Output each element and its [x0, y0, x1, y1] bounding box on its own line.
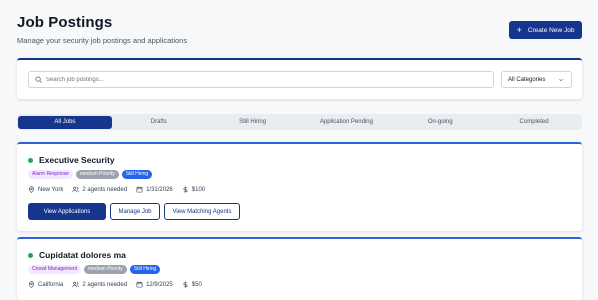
job-agents-text: 2 agents needed [82, 186, 128, 193]
job-date: 1/31/2026 [136, 186, 173, 193]
priority-badge: medium Priority [84, 265, 127, 274]
page-subtitle: Manage your security job postings and ap… [17, 36, 188, 45]
job-agents: 2 agents needed [72, 186, 127, 193]
page-header: Job Postings Manage your security job po… [17, 14, 187, 45]
tab-drafts[interactable]: Drafts [112, 116, 206, 129]
category-badge: Crowd Management [28, 265, 82, 274]
search-panel: All Categories [17, 58, 582, 99]
status-dot [28, 252, 33, 258]
job-location-text: California [38, 281, 64, 288]
job-title[interactable]: Executive Security [39, 155, 115, 165]
job-meta: New York 2 agents needed 1/31/2026 $100 [28, 186, 214, 193]
priority-badge: medium Priority [75, 170, 119, 179]
tab-all-jobs[interactable]: All Jobs [18, 115, 112, 129]
tab-still-hiring[interactable]: Still Hiring [206, 116, 300, 129]
job-badges: Alarm Response medium Priority Still Hir… [28, 170, 153, 179]
tab-completed[interactable]: Completed [487, 116, 581, 129]
view-applications-button[interactable]: View Applications [28, 203, 106, 220]
page-title: Job Postings [17, 14, 113, 31]
job-meta: California 2 agents needed 12/9/2025 $50 [28, 281, 211, 288]
job-location: New York [28, 186, 63, 193]
search-input[interactable] [46, 76, 486, 83]
users-icon [72, 186, 80, 193]
job-price-text: $50 [191, 281, 202, 288]
job-agents: 2 agents needed [72, 281, 127, 288]
job-agents-text: 2 agents needed [82, 281, 128, 288]
category-select[interactable]: All Categories [501, 71, 572, 88]
map-pin-icon [29, 281, 34, 288]
job-price: $50 [182, 281, 202, 288]
dollar-icon [183, 281, 188, 288]
search-field[interactable] [28, 71, 494, 88]
plus-icon: + [516, 24, 522, 35]
create-new-job-button[interactable]: + Create New Job [509, 21, 582, 39]
search-icon [35, 76, 42, 83]
tab-on-going[interactable]: On-going [393, 116, 487, 129]
job-title-row: Cupidatat dolores ma [28, 250, 126, 260]
create-new-job-label: Create New Job [527, 26, 575, 34]
job-card: Executive Security Alarm Response medium… [17, 142, 582, 231]
view-matching-agents-button[interactable]: View Matching Agents [164, 203, 240, 220]
status-badge: Still Hiring [129, 265, 161, 274]
calendar-icon [136, 281, 143, 288]
category-select-value: All Categories [508, 76, 546, 83]
job-card: Cupidatat dolores ma Crowd Management me… [17, 237, 582, 300]
job-title-row: Executive Security [28, 155, 115, 165]
chevron-down-icon [559, 78, 563, 81]
job-actions: View Applications Manage Job View Matchi… [28, 203, 240, 220]
job-location-text: New York [38, 186, 64, 193]
job-location: California [28, 281, 63, 288]
job-badges: Crowd Management medium Priority Still H… [28, 265, 161, 274]
job-date-text: 1/31/2026 [146, 186, 173, 193]
job-date: 12/9/2025 [136, 281, 173, 288]
job-title[interactable]: Cupidatat dolores ma [39, 250, 126, 260]
users-icon [72, 281, 80, 288]
job-price-text: $100 [191, 186, 206, 193]
status-dot [28, 157, 33, 163]
map-pin-icon [29, 186, 34, 193]
job-price: $100 [182, 186, 205, 193]
category-badge: Alarm Response [28, 170, 73, 179]
manage-job-button[interactable]: Manage Job [110, 203, 160, 220]
status-badge: Still Hiring [121, 170, 153, 179]
dollar-icon [183, 186, 188, 193]
tab-application-pending[interactable]: Application Pending [299, 116, 393, 129]
job-date-text: 12/9/2025 [146, 281, 173, 288]
job-status-tabs: All Jobs Drafts Still Hiring Application… [17, 114, 582, 130]
calendar-icon [136, 186, 143, 193]
